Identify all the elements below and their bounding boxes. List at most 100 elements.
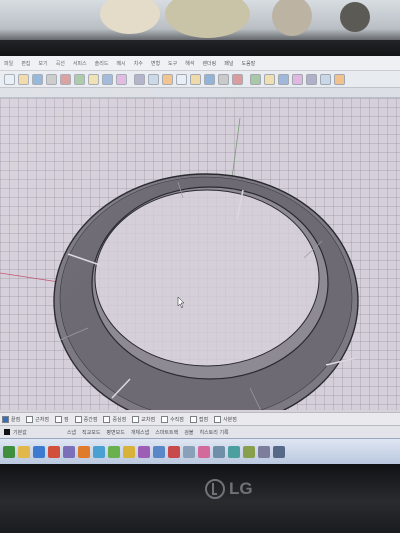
- menu-item[interactable]: 치수: [134, 60, 143, 67]
- status-toggle[interactable]: 히스토리 기록: [199, 429, 228, 436]
- osnap-checkbox[interactable]: [55, 415, 63, 423]
- osnap-option[interactable]: 중간점: [74, 415, 98, 423]
- copy-icon[interactable]: [74, 73, 85, 85]
- rotate-icon[interactable]: [148, 73, 159, 85]
- rhino-icon[interactable]: [63, 446, 75, 458]
- zoom-extents-icon[interactable]: [190, 73, 201, 85]
- lg-logo: LG: [205, 479, 253, 499]
- redo-icon[interactable]: [116, 73, 127, 85]
- perspective-viewport[interactable]: [0, 98, 400, 410]
- menu-item[interactable]: 도구: [168, 60, 177, 67]
- volume-icon[interactable]: [258, 446, 270, 458]
- camera-icon[interactable]: [228, 446, 240, 458]
- status-toggle[interactable]: 검볼: [184, 429, 193, 436]
- paste-icon[interactable]: [88, 73, 99, 85]
- osnap-checkbox[interactable]: [132, 415, 140, 423]
- material-icon[interactable]: [278, 73, 289, 85]
- osnap-checkbox[interactable]: [214, 415, 222, 423]
- ring-inner-hole-grid: [96, 191, 318, 365]
- osnap-option[interactable]: 수직점: [161, 415, 184, 423]
- notepad-icon[interactable]: [183, 446, 195, 458]
- cad-icon[interactable]: [168, 446, 180, 458]
- grid-icon[interactable]: [250, 73, 261, 85]
- osnap-checkbox[interactable]: [26, 415, 34, 423]
- menu-item[interactable]: 솔리드: [95, 60, 109, 67]
- menu-item[interactable]: 서피스: [73, 60, 87, 67]
- help-icon[interactable]: [334, 73, 345, 85]
- menu-item[interactable]: 보기: [38, 60, 47, 67]
- menu-item[interactable]: 메시: [116, 60, 125, 67]
- paint-icon[interactable]: [78, 446, 90, 458]
- osnap-option[interactable]: 접점: [189, 415, 208, 423]
- osnap-option[interactable]: 근처점: [26, 415, 49, 423]
- status-toggle[interactable]: 스마트트랙: [155, 429, 178, 436]
- osnap-checkbox[interactable]: [161, 415, 169, 423]
- windows-taskbar: [0, 438, 400, 464]
- osnap-checkbox[interactable]: [2, 415, 9, 423]
- osnap-checkbox[interactable]: [189, 415, 197, 423]
- plush-toy-left: [100, 0, 160, 34]
- object-snap-bar: 끝점 근처점 점 중간점 중심점 교차점 수직점 접점 사분점: [0, 412, 400, 425]
- ie-icon[interactable]: [33, 446, 45, 458]
- plush-toy-center: [165, 0, 250, 38]
- network-icon[interactable]: [243, 446, 255, 458]
- lg-circle-icon: [205, 479, 225, 499]
- calculator-icon[interactable]: [213, 446, 225, 458]
- photo-icon[interactable]: [138, 446, 150, 458]
- status-toggle[interactable]: 직교모드: [82, 429, 100, 436]
- osnap-option[interactable]: 중심점: [103, 415, 126, 423]
- print-icon[interactable]: [46, 73, 57, 85]
- osnap-option[interactable]: 교차점: [132, 415, 156, 423]
- osnap-checkbox[interactable]: [74, 415, 82, 423]
- menu-item[interactable]: 해석: [185, 60, 194, 67]
- status-toggle[interactable]: 개체스냅: [131, 429, 149, 436]
- zoom-window-icon[interactable]: [176, 73, 187, 85]
- properties-icon[interactable]: [232, 73, 243, 85]
- osnap-checkbox[interactable]: [103, 415, 111, 423]
- open-icon[interactable]: [18, 73, 29, 85]
- plush-toy-dark: [340, 2, 370, 32]
- clock-icon[interactable]: [273, 446, 285, 458]
- media-icon[interactable]: [48, 446, 60, 458]
- cut-icon[interactable]: [60, 73, 71, 85]
- pan-icon[interactable]: [134, 73, 145, 85]
- save-icon[interactable]: [32, 73, 43, 85]
- osnap-option[interactable]: 끝점: [2, 415, 20, 423]
- viewport-canvas[interactable]: [0, 98, 400, 410]
- osnap-option[interactable]: 점: [55, 415, 69, 423]
- light-icon[interactable]: [292, 73, 303, 85]
- menu-item[interactable]: 변형: [151, 60, 160, 67]
- messenger-icon[interactable]: [108, 446, 120, 458]
- menu-item[interactable]: 패널: [224, 60, 233, 67]
- render-icon[interactable]: [264, 73, 275, 85]
- settings-icon[interactable]: [153, 446, 165, 458]
- menu-item[interactable]: 도움말: [241, 60, 255, 67]
- start-icon[interactable]: [3, 446, 15, 458]
- osnap-label: 교차점: [141, 416, 156, 423]
- menu-item[interactable]: 편집: [21, 60, 30, 67]
- menu-item[interactable]: 파일: [4, 60, 13, 67]
- main-toolbar: [0, 71, 400, 88]
- osnap-icon[interactable]: [306, 73, 317, 85]
- explorer-icon[interactable]: [123, 446, 135, 458]
- status-toggle[interactable]: 스냅: [67, 429, 76, 436]
- layer-swatch[interactable]: [4, 429, 10, 435]
- layer-icon[interactable]: [218, 73, 229, 85]
- music-icon[interactable]: [198, 446, 210, 458]
- menu-item[interactable]: 렌더링: [202, 60, 216, 67]
- plush-toy-right: [272, 0, 312, 36]
- new-file-icon[interactable]: [4, 73, 15, 85]
- monitor-screen: 파일 편집 보기 곡선 서피스 솔리드 메시 치수 변형 도구 해석 렌더링 패널 도움말: [0, 56, 400, 464]
- options-icon[interactable]: [320, 73, 331, 85]
- osnap-option[interactable]: 사분점: [214, 415, 237, 423]
- zoom-icon[interactable]: [162, 73, 173, 85]
- menu-item[interactable]: 곡선: [56, 60, 65, 67]
- chat-icon[interactable]: [93, 446, 105, 458]
- layer-name[interactable]: 기본값: [13, 429, 27, 436]
- osnap-label: 중간점: [83, 416, 98, 423]
- folder-icon[interactable]: [18, 446, 30, 458]
- status-toggle[interactable]: 평면모드: [106, 429, 124, 436]
- ring-model[interactable]: [53, 173, 359, 410]
- undo-icon[interactable]: [102, 73, 113, 85]
- select-icon[interactable]: [204, 73, 215, 85]
